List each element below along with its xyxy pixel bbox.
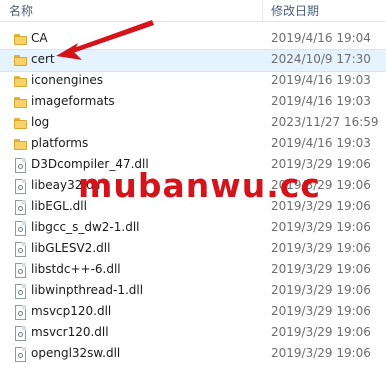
folder-row[interactable]: CA 2019/4/16 19:04 [0, 29, 386, 50]
folder-icon [14, 55, 27, 66]
file-row[interactable]: msvcp120.dll 2019/3/29 19:06 [0, 302, 386, 323]
folder-icon [14, 97, 27, 108]
dll-file-icon [15, 326, 26, 341]
folder-icon [14, 139, 27, 150]
date-modified: 2023/11/27 16:59 [271, 115, 379, 129]
dll-file-icon [15, 347, 26, 362]
file-name: CA [31, 31, 48, 45]
column-header: 名称 修改日期 [0, 0, 386, 22]
date-modified: 2019/4/16 19:03 [271, 94, 371, 108]
date-modified: 2019/4/16 19:03 [271, 136, 371, 150]
dll-file-icon [15, 158, 26, 173]
dll-file-icon [15, 179, 26, 194]
folder-row[interactable]: iconengines 2019/4/16 19:03 [0, 71, 386, 92]
folder-icon [14, 76, 27, 87]
file-row[interactable]: libwinpthread-1.dll 2019/3/29 19:06 [0, 281, 386, 302]
file-name: libwinpthread-1.dll [31, 283, 144, 297]
file-row[interactable]: libstdc++-6.dll 2019/3/29 19:06 [0, 260, 386, 281]
date-modified: 2019/3/29 19:06 [271, 262, 371, 276]
file-name: iconengines [31, 73, 104, 87]
folder-row[interactable]: imageformats 2019/4/16 19:03 [0, 92, 386, 113]
file-row[interactable]: libgcc_s_dw2-1.dll 2019/3/29 19:06 [0, 218, 386, 239]
date-modified: 2019/3/29 19:06 [271, 346, 371, 360]
folder-row[interactable]: log 2023/11/27 16:59 [0, 113, 386, 134]
date-modified: 2019/4/16 19:03 [271, 73, 371, 87]
date-modified: 2024/10/9 17:30 [271, 52, 371, 66]
file-name: imageformats [31, 94, 115, 108]
file-name: libstdc++-6.dll [31, 262, 121, 276]
file-name: cert [31, 52, 55, 66]
dll-file-icon [15, 263, 26, 278]
folder-row[interactable]: platforms 2019/4/16 19:03 [0, 134, 386, 155]
column-header-date-modified[interactable]: 修改日期 [271, 2, 319, 19]
column-header-name[interactable]: 名称 [9, 2, 33, 19]
dll-file-icon [15, 242, 26, 257]
file-name: libGLESV2.dll [31, 241, 111, 255]
dll-file-icon [15, 284, 26, 299]
file-name: msvcp120.dll [31, 304, 112, 318]
file-name: opengl32sw.dll [31, 346, 121, 360]
folder-row[interactable]: cert 2024/10/9 17:30 [0, 49, 386, 72]
date-modified: 2019/3/29 19:06 [271, 304, 371, 318]
date-modified: 2019/3/29 19:06 [271, 325, 371, 339]
folder-icon [14, 34, 27, 45]
file-name: log [31, 115, 50, 129]
folder-icon [14, 118, 27, 129]
file-row[interactable]: msvcr120.dll 2019/3/29 19:06 [0, 323, 386, 344]
date-modified: 2019/4/16 19:04 [271, 31, 371, 45]
date-modified: 2019/3/29 19:06 [271, 283, 371, 297]
file-name: libgcc_s_dw2-1.dll [31, 220, 140, 234]
column-separator[interactable] [262, 0, 263, 21]
file-row[interactable]: libGLESV2.dll 2019/3/29 19:06 [0, 239, 386, 260]
file-row[interactable]: opengl32sw.dll 2019/3/29 19:06 [0, 344, 386, 365]
file-name: platforms [31, 136, 89, 150]
date-modified: 2019/3/29 19:06 [271, 220, 371, 234]
date-modified: 2019/3/29 19:06 [271, 241, 371, 255]
dll-file-icon [15, 221, 26, 236]
file-name: msvcr120.dll [31, 325, 109, 339]
dll-file-icon [15, 305, 26, 320]
watermark: mubanwu.cc [78, 166, 321, 205]
dll-file-icon [15, 200, 26, 215]
